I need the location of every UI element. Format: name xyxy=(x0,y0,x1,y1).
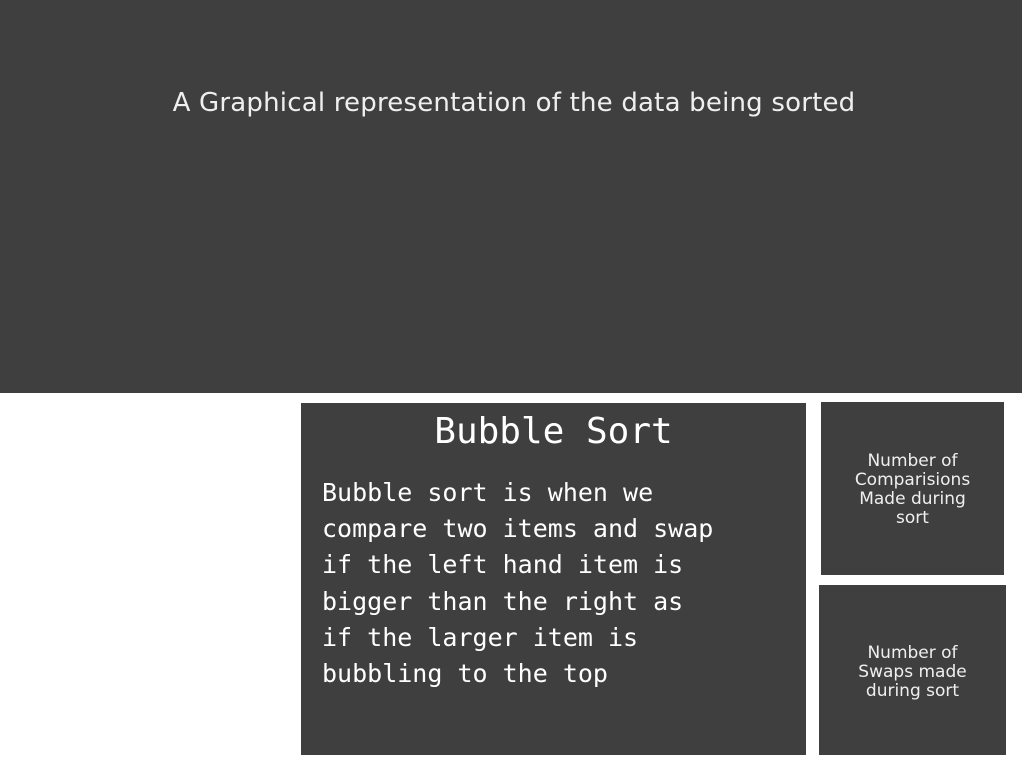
swaps-label: Number of Swaps made during sort xyxy=(858,643,967,701)
comparisons-label: Number of Comparisions Made during sort xyxy=(854,451,971,528)
swaps-count-panel: Number of Swaps made during sort xyxy=(819,585,1006,755)
visualization-caption: A Graphical representation of the data b… xyxy=(172,88,856,118)
algorithm-description: Bubble sort is when we compare two items… xyxy=(322,478,714,689)
algorithm-info-panel: Bubble Sort Bubble sort is when we compa… xyxy=(301,403,806,755)
comparisons-count-panel: Number of Comparisions Made during sort xyxy=(821,402,1004,575)
sort-visualization-panel: A Graphical representation of the data b… xyxy=(0,0,1022,393)
algorithm-title: Bubble Sort xyxy=(434,411,673,452)
